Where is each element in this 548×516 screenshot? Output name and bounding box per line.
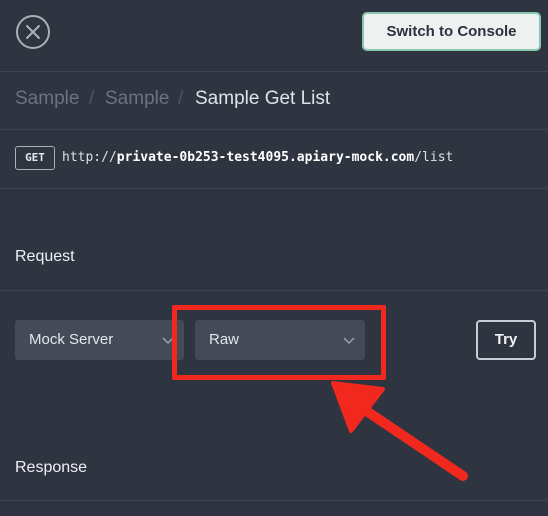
request-heading: Request	[15, 248, 75, 265]
divider	[0, 500, 548, 501]
breadcrumb-item-1[interactable]: Sample	[15, 88, 79, 110]
close-icon	[26, 25, 40, 39]
breadcrumb: Sample / Sample / Sample Get List	[0, 72, 548, 130]
endpoint-url: http://private-0b253-test4095.apiary-moc…	[62, 149, 453, 167]
server-select[interactable]: Mock Server	[15, 320, 184, 360]
chevron-down-icon	[162, 337, 174, 345]
close-button[interactable]	[16, 15, 50, 49]
breadcrumb-separator: /	[89, 88, 95, 109]
try-button[interactable]: Try	[476, 320, 536, 360]
switch-to-console-button[interactable]: Switch to Console	[362, 12, 541, 51]
url-scheme: http://	[62, 150, 117, 165]
server-select-value: Mock Server	[29, 331, 114, 348]
url-path: /list	[414, 150, 454, 165]
annotation-arrow	[331, 381, 468, 481]
format-select-value: Raw	[209, 331, 240, 348]
response-heading: Response	[15, 459, 88, 476]
chevron-down-icon	[343, 337, 355, 345]
method-badge: GET	[15, 146, 55, 170]
format-select[interactable]: Raw	[195, 320, 365, 360]
divider	[0, 290, 548, 291]
breadcrumb-separator: /	[178, 88, 184, 109]
endpoint-row: GET http://private-0b253-test4095.apiary…	[0, 130, 548, 189]
url-host: private-0b253-test4095.apiary-mock.com	[116, 150, 415, 165]
breadcrumb-item-2[interactable]: Sample	[105, 88, 169, 110]
panel-header: Switch to Console	[0, 0, 548, 72]
breadcrumb-current: Sample Get List	[195, 88, 331, 109]
